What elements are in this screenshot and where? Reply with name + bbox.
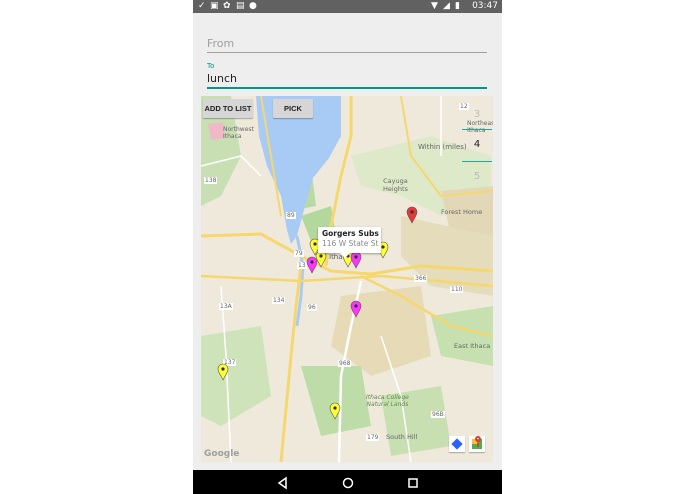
- label-road-13a: 13A: [219, 303, 233, 310]
- recents-icon[interactable]: [406, 475, 420, 489]
- map-marker[interactable]: [350, 251, 362, 269]
- to-input[interactable]: lunch: [207, 70, 487, 89]
- home-icon[interactable]: [341, 475, 355, 489]
- device-screen: ✓ ▣ ✿ ▤ ● ▼ ◢ ▮ 03:47 From To lunch Nort…: [193, 0, 502, 494]
- signal-icon: ◢: [443, 1, 450, 11]
- status-time: 03:47: [472, 1, 498, 11]
- label-road-89: 89: [286, 212, 296, 219]
- battery-icon: ▮: [455, 1, 460, 11]
- to-value: lunch: [207, 72, 238, 85]
- label-northwest-ithaca: Northwest Ithaca: [223, 126, 254, 140]
- picker-value-selected[interactable]: 4: [462, 139, 492, 150]
- status-bar: ✓ ▣ ✿ ▤ ● ▼ ◢ ▮ 03:47: [193, 0, 502, 13]
- label-road-134: 134: [272, 297, 286, 304]
- app-icon: ▤: [236, 1, 245, 11]
- navigation-bar: [193, 470, 502, 494]
- add-to-list-button[interactable]: ADD TO LIST: [203, 99, 253, 118]
- wifi-icon: ▼: [431, 1, 438, 11]
- map-marker[interactable]: [217, 363, 229, 381]
- label-road-79: 79: [294, 250, 304, 257]
- pick-button[interactable]: PICK: [273, 99, 313, 118]
- label-road-96: 96: [307, 304, 317, 311]
- info-tail: [340, 253, 350, 258]
- map-marker[interactable]: [329, 402, 341, 420]
- picker-value-prev[interactable]: 3: [462, 109, 492, 120]
- map-marker[interactable]: [406, 206, 418, 224]
- within-miles-label: Within (miles): [418, 143, 467, 151]
- label-road-968: 968: [338, 360, 352, 367]
- map-marker[interactable]: [306, 256, 318, 274]
- back-icon[interactable]: [276, 475, 290, 490]
- image-icon: ▣: [210, 1, 219, 11]
- map-marker[interactable]: [350, 300, 362, 318]
- from-placeholder: From: [207, 37, 235, 50]
- map-view[interactable]: Northwest Ithaca Northeast Ithaca Cayuga…: [201, 96, 493, 462]
- marker-info-window[interactable]: Gorgers Subs 116 W State St: [318, 227, 381, 258]
- picker-value-next[interactable]: 5: [462, 171, 492, 182]
- from-input[interactable]: From: [207, 30, 487, 53]
- label-road-110: 110: [450, 286, 464, 293]
- directions-icon[interactable]: [449, 436, 465, 452]
- bulb-icon: ●: [249, 1, 257, 11]
- info-title: Gorgers Subs: [322, 229, 379, 238]
- label-road-366: 366: [414, 275, 428, 282]
- label-cayuga-heights: Cayuga Heights: [383, 177, 408, 193]
- paw-icon: ✿: [223, 1, 231, 11]
- picker-divider-bottom: [462, 161, 492, 162]
- info-address: 116 W State St: [322, 239, 379, 248]
- google-logo: Google: [204, 449, 240, 459]
- label-road-138: 138: [204, 177, 218, 184]
- label-road-179: 179: [366, 434, 380, 441]
- check-icon: ✓: [198, 1, 206, 11]
- label-ithaca-college: Ithaca College Natural Lands: [366, 394, 409, 408]
- open-maps-icon[interactable]: [469, 436, 485, 452]
- label-forest-home: Forest Home: [441, 208, 483, 216]
- label-east-ithaca: East Ithaca: [454, 342, 491, 350]
- label-road-96b: 96B: [431, 411, 445, 418]
- label-northeast-ithaca: Northeast Ithaca: [467, 120, 493, 134]
- picker-divider-top: [462, 129, 492, 130]
- label-south-hill: South Hill: [386, 433, 418, 441]
- to-label: To: [207, 62, 215, 70]
